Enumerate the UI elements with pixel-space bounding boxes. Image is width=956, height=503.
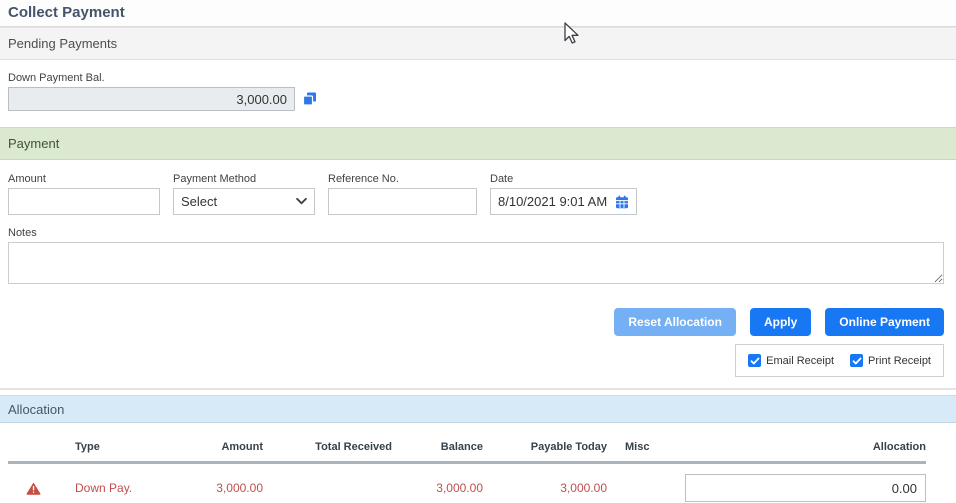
payment-header-label: Payment bbox=[8, 136, 60, 151]
allocation-table: Type Amount Total Received Balance Payab… bbox=[0, 423, 956, 503]
title-bar: Collect Payment bbox=[0, 0, 956, 27]
print-receipt-checkbox[interactable]: Print Receipt bbox=[850, 354, 931, 367]
allocation-amount-input[interactable] bbox=[685, 474, 926, 502]
online-payment-button[interactable]: Online Payment bbox=[825, 308, 944, 336]
date-input[interactable] bbox=[498, 194, 615, 209]
print-receipt-label: Print Receipt bbox=[868, 354, 931, 367]
reference-no-label: Reference No. bbox=[328, 173, 399, 185]
payment-fields-row: Amount Payment Method Select Reference N… bbox=[0, 173, 956, 215]
receipt-options-box: Email Receipt Print Receipt bbox=[735, 344, 944, 377]
page-title: Collect Payment bbox=[8, 4, 125, 21]
pending-payments-header-label: Pending Payments bbox=[8, 36, 118, 51]
copy-icon[interactable] bbox=[302, 91, 318, 107]
notes-textarea[interactable] bbox=[8, 242, 944, 284]
down-payment-balance-label: Down Payment Bal. bbox=[8, 72, 105, 84]
column-header-type: Type bbox=[75, 441, 100, 453]
allocation-header-label: Allocation bbox=[8, 401, 65, 417]
row-payable-today: 3,000.00 bbox=[560, 481, 607, 495]
checkbox-checked-icon bbox=[850, 354, 864, 367]
allocation-header: Allocation bbox=[0, 395, 956, 423]
collect-payment-screen: Collect Payment Pending Payments Down Pa… bbox=[0, 0, 956, 503]
apply-button[interactable]: Apply bbox=[749, 308, 812, 336]
table-row: Down Pay. 3,000.00 3,000.00 3,000.00 bbox=[8, 464, 926, 503]
amount-input[interactable] bbox=[8, 188, 160, 215]
notes-block: Notes bbox=[0, 227, 956, 289]
column-header-amount: Amount bbox=[221, 441, 263, 453]
column-header-total-received: Total Received bbox=[315, 441, 392, 453]
reference-no-input[interactable] bbox=[328, 188, 477, 215]
column-header-payable-today: Payable Today bbox=[530, 441, 607, 453]
pending-payments-header: Pending Payments bbox=[0, 27, 956, 60]
payment-method-selected-value: Select bbox=[181, 194, 218, 209]
payment-header: Payment bbox=[0, 127, 956, 160]
email-receipt-label: Email Receipt bbox=[766, 354, 835, 367]
payment-method-select[interactable]: Select bbox=[173, 188, 315, 215]
column-header-allocation: Allocation bbox=[872, 441, 926, 453]
section-divider bbox=[0, 388, 956, 390]
receipt-options-row: Email Receipt Print Receipt bbox=[0, 344, 956, 377]
date-field bbox=[490, 188, 637, 215]
calendar-icon[interactable] bbox=[615, 195, 629, 209]
column-header-balance: Balance bbox=[440, 441, 483, 453]
column-header-misc: Misc bbox=[625, 441, 650, 453]
row-amount: 3,000.00 bbox=[216, 481, 263, 495]
chevron-down-icon bbox=[296, 198, 307, 205]
pending-payments-body: Down Payment Bal. bbox=[0, 60, 956, 127]
checkbox-checked-icon bbox=[748, 354, 762, 367]
row-type: Down Pay. bbox=[75, 481, 133, 495]
row-balance: 3,000.00 bbox=[436, 481, 483, 495]
actions-row: Reset Allocation Apply Online Payment bbox=[0, 308, 956, 336]
reset-allocation-button[interactable]: Reset Allocation bbox=[614, 308, 736, 336]
warning-icon bbox=[8, 482, 75, 495]
amount-label: Amount bbox=[8, 173, 46, 185]
allocation-table-header: Type Amount Total Received Balance Payab… bbox=[8, 423, 926, 461]
notes-label: Notes bbox=[8, 227, 37, 239]
payment-method-label: Payment Method bbox=[173, 173, 257, 185]
email-receipt-checkbox[interactable]: Email Receipt bbox=[748, 354, 834, 367]
down-payment-balance-field[interactable] bbox=[8, 87, 295, 111]
date-label: Date bbox=[490, 173, 514, 185]
